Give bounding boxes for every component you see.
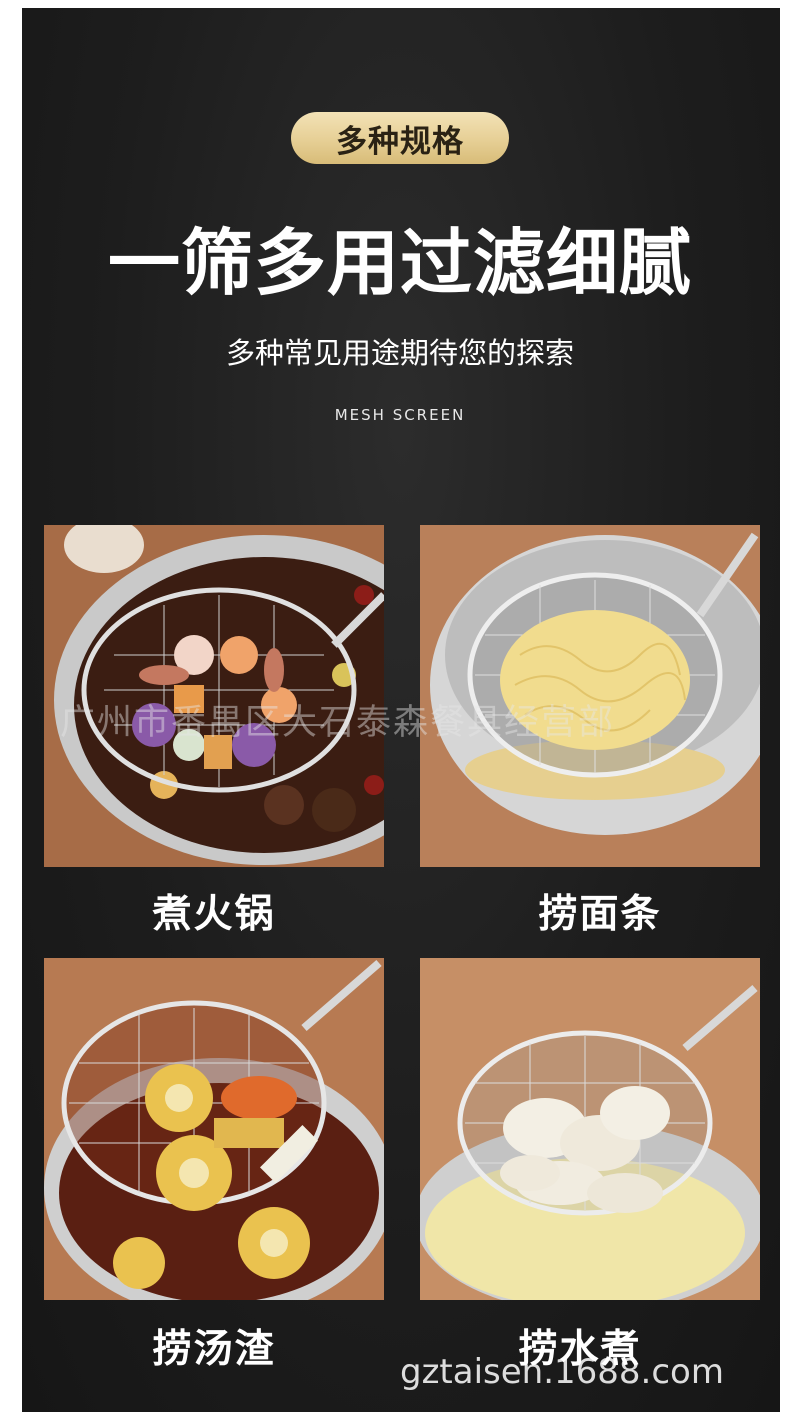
headline: 一筛多用过滤细腻 — [107, 221, 692, 305]
dumplings-photo — [420, 958, 760, 1300]
spec-badge: 多种规格 — [291, 112, 509, 164]
use-label-hotpot: 煮火锅 — [152, 892, 276, 937]
subheadline: 多种常见用途期待您的探索 — [225, 336, 574, 370]
english-subtitle: MESH SCREEN — [334, 406, 466, 424]
use-label-noodles: 捞面条 — [538, 892, 662, 937]
shop-url: gztaisen.1688.com — [400, 1352, 724, 1392]
use-label-soup: 捞汤渣 — [152, 1327, 276, 1372]
soup-photo — [44, 958, 384, 1300]
shop-watermark: 广州市番禺区大石泰森餐具经营部 — [60, 703, 616, 743]
